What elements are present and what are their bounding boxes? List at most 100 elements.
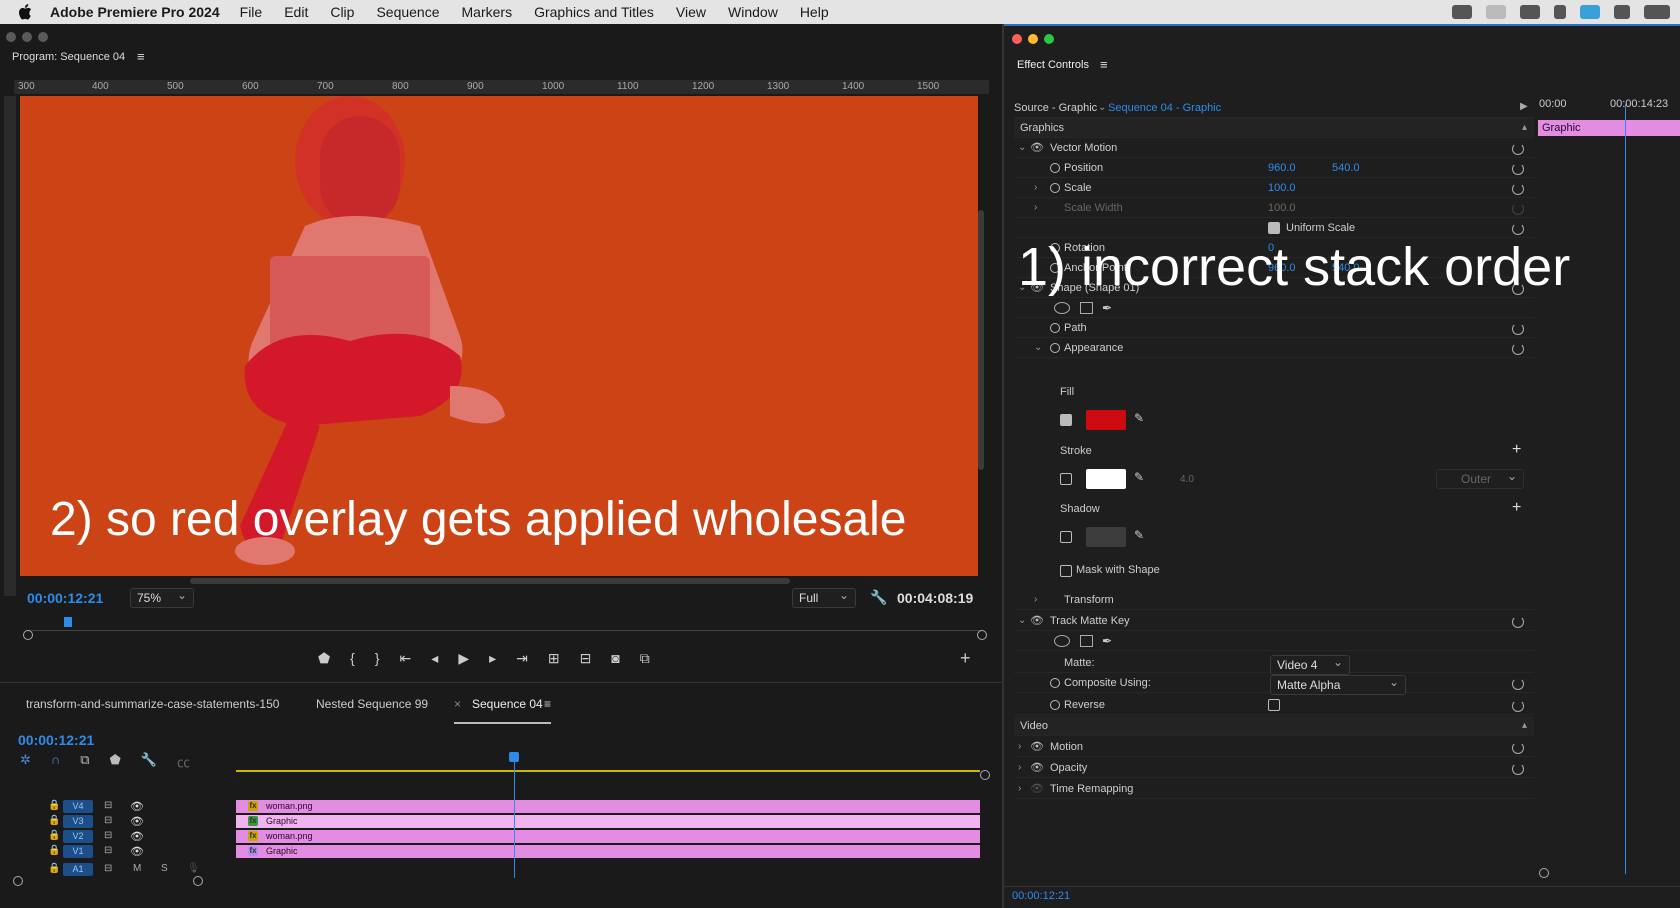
menu-help[interactable]: Help [800, 4, 829, 20]
shadow-color-swatch[interactable] [1086, 527, 1126, 547]
timeline-timecode[interactable]: 00:00:12:21 [18, 732, 94, 748]
monitor-hscrollbar[interactable] [190, 578, 790, 584]
shadow-checkbox[interactable] [1060, 531, 1072, 543]
eyedropper-icon[interactable]: ✎ [1134, 528, 1144, 542]
eyedropper-icon[interactable]: ✎ [1134, 470, 1144, 484]
timeline-zoom-handle-right[interactable] [193, 876, 203, 886]
lock-icon[interactable]: 🔒 [48, 845, 60, 856]
lift-icon[interactable]: ⊞ [548, 650, 560, 667]
app-name[interactable]: Adobe Premiere Pro 2024 [50, 4, 220, 20]
chevron-down-icon[interactable]: ⌄ [1034, 342, 1042, 353]
add-button-icon[interactable]: + [960, 648, 971, 669]
pen-mask-icon[interactable]: ✒ [1102, 634, 1112, 648]
minimize-window-button[interactable] [22, 32, 32, 42]
panel-menu-icon[interactable]: ≡ [137, 49, 145, 64]
play-audio-icon[interactable]: ▶ [1520, 101, 1528, 112]
chevron-down-icon[interactable]: ⌄ [1018, 615, 1026, 626]
zoom-level-dropdown[interactable]: 75% [130, 588, 194, 608]
minimize-window-button[interactable] [1028, 34, 1038, 44]
eye-icon[interactable]: 👁 [1030, 761, 1044, 774]
scale-value[interactable]: 100.0 [1268, 182, 1296, 194]
play-icon[interactable]: ▶ [458, 650, 469, 667]
mini-scrub-bar[interactable] [27, 619, 983, 631]
close-window-button[interactable] [1012, 34, 1022, 44]
chevron-down-icon[interactable]: ⌄ [1098, 102, 1106, 113]
pen-mask-icon[interactable]: ✒ [1102, 301, 1112, 315]
mic-icon[interactable]: 🎙 [187, 863, 200, 874]
eye-icon[interactable]: 👁 [1030, 141, 1044, 154]
reverse-checkbox[interactable] [1268, 698, 1280, 711]
chevron-right-icon[interactable]: › [1018, 762, 1021, 773]
stroke-checkbox[interactable] [1060, 473, 1072, 485]
apple-icon[interactable] [18, 3, 36, 21]
mask-with-shape-checkbox[interactable] [1060, 565, 1072, 577]
position-y-value[interactable]: 540.0 [1332, 162, 1360, 174]
clip-woman-png[interactable]: fx woman.png [236, 800, 980, 813]
reset-icon[interactable] [1512, 343, 1524, 355]
matte-dropdown[interactable]: Video 4 [1270, 655, 1350, 675]
sync-lock-icon[interactable]: ⊟ [104, 863, 112, 874]
reset-icon[interactable] [1512, 203, 1524, 215]
stroke-width-value[interactable]: 4.0 [1180, 474, 1194, 485]
fill-checkbox[interactable] [1060, 414, 1072, 426]
creative-cloud-icon[interactable] [1452, 5, 1472, 19]
clip-graphic[interactable]: fx Graphic [236, 845, 980, 858]
linked-selection-icon[interactable]: ⧉ [80, 752, 89, 771]
monitor-scrollbar[interactable] [978, 210, 984, 470]
stroke-position-dropdown[interactable]: Outer [1436, 469, 1524, 489]
eye-icon[interactable]: 👁 [1030, 782, 1044, 795]
tab-sequence-150[interactable]: transform-and-summarize-case-statements-… [26, 697, 279, 711]
rectangle-mask-icon[interactable] [1080, 634, 1093, 647]
solo-button[interactable]: S [161, 863, 168, 874]
sync-icon[interactable] [1580, 5, 1600, 19]
tab-nested-sequence-99[interactable]: Nested Sequence 99 [316, 697, 428, 711]
reset-icon[interactable] [1512, 742, 1524, 754]
fill-color-swatch[interactable] [1086, 410, 1126, 430]
ellipse-mask-icon[interactable] [1054, 634, 1070, 647]
track-label[interactable]: V1 [63, 845, 93, 858]
add-marker-icon[interactable]: ⬟ [318, 650, 330, 667]
menu-sequence[interactable]: Sequence [376, 4, 439, 20]
close-window-button[interactable] [6, 32, 16, 42]
reset-icon[interactable] [1512, 223, 1524, 235]
tab-sequence-04[interactable]: Sequence 04 [472, 697, 543, 711]
go-to-in-icon[interactable]: ⇤ [400, 650, 412, 667]
lock-icon[interactable]: 🔒 [48, 863, 60, 874]
reset-icon[interactable] [1512, 700, 1524, 712]
snap-icon[interactable]: ∩ [51, 752, 60, 771]
program-timecode[interactable]: 00:00:12:21 [27, 590, 103, 606]
collapse-icon[interactable]: ▴ [1522, 122, 1527, 133]
eye-icon[interactable]: 👁 [130, 830, 144, 843]
stroke-color-swatch[interactable] [1086, 469, 1126, 489]
stopwatch-icon[interactable] [1050, 699, 1060, 710]
go-to-out-icon[interactable]: ⇥ [516, 650, 528, 667]
stopwatch-icon[interactable] [1050, 322, 1060, 333]
comparison-view-icon[interactable]: ⧉ [640, 650, 650, 667]
step-back-icon[interactable]: ◂ [431, 650, 438, 667]
position-x-value[interactable]: 960.0 [1268, 162, 1296, 174]
mark-out-icon[interactable]: } [375, 650, 380, 667]
close-tab-icon[interactable]: × [454, 697, 461, 711]
ellipse-mask-icon[interactable] [1054, 301, 1070, 314]
zoom-window-button[interactable] [1044, 34, 1054, 44]
stopwatch-icon[interactable] [1050, 342, 1060, 353]
timeline-menu-icon[interactable]: ≡ [544, 697, 551, 711]
battery-icon[interactable] [1644, 5, 1670, 19]
timeline-ruler[interactable] [236, 756, 980, 772]
mark-in-icon[interactable]: { [350, 650, 355, 667]
zoom-handle-left[interactable] [23, 630, 33, 640]
track-label[interactable]: V4 [63, 800, 93, 813]
timeline-playhead-handle[interactable] [509, 752, 519, 762]
eye-icon[interactable]: 👁 [1030, 614, 1044, 627]
cloud-icon[interactable] [1520, 5, 1540, 19]
reset-icon[interactable] [1512, 143, 1524, 155]
menu-clip[interactable]: Clip [330, 4, 354, 20]
eye-icon[interactable]: 👁 [130, 815, 144, 828]
reset-icon[interactable] [1512, 763, 1524, 775]
mini-timeline-playhead[interactable] [1625, 104, 1626, 874]
playhead-marker[interactable] [64, 617, 72, 627]
sequence-label[interactable]: Sequence 04 - Graphic [1108, 102, 1221, 114]
source-label[interactable]: Source - Graphic [1014, 102, 1097, 114]
stopwatch-icon[interactable] [1050, 677, 1060, 688]
step-forward-icon[interactable]: ▸ [489, 650, 496, 667]
